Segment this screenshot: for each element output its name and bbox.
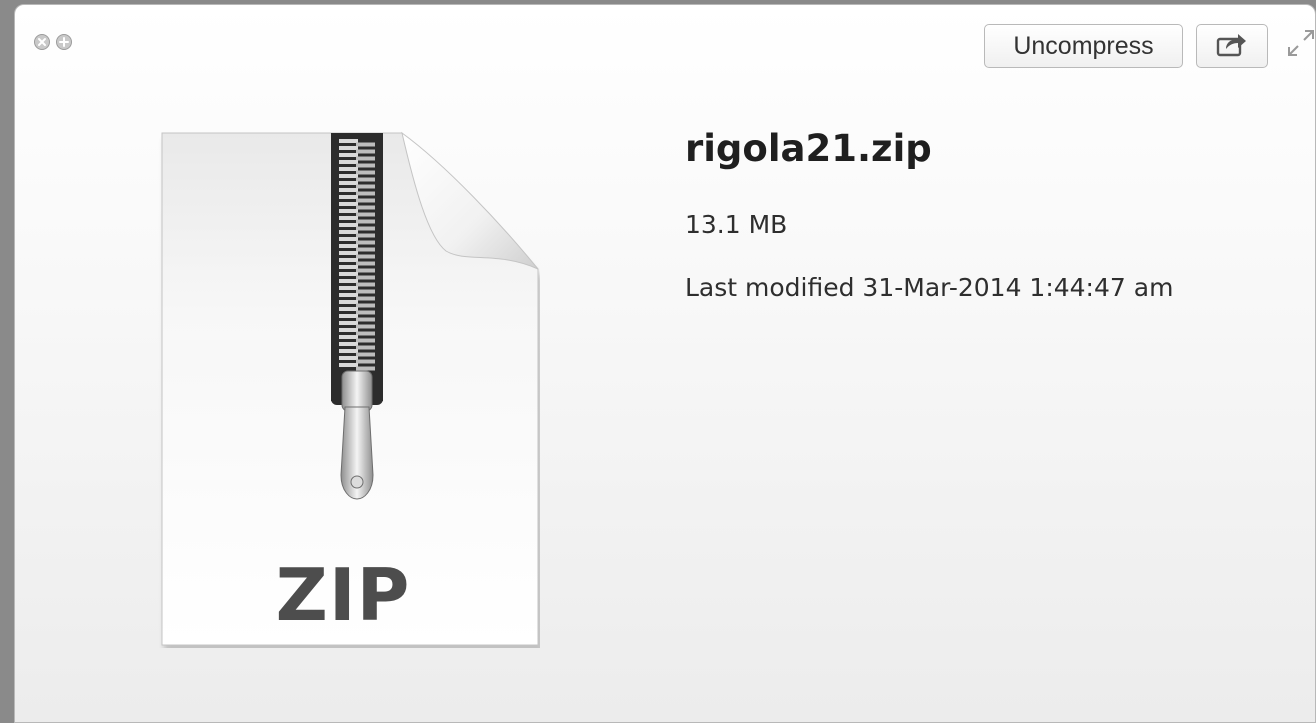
file-name: rigola21.zip	[685, 127, 932, 170]
zip-type-label: ZIP	[275, 553, 411, 637]
fullscreen-icon[interactable]	[1285, 27, 1315, 59]
zoom-plus-icon[interactable]	[55, 33, 73, 51]
uncompress-button[interactable]: Uncompress	[984, 24, 1183, 68]
file-modified-date: Last modified 31-Mar-2014 1:44:47 am	[685, 273, 1174, 302]
file-size: 13.1 MB	[685, 210, 788, 239]
share-button[interactable]	[1196, 24, 1268, 68]
close-icon[interactable]	[33, 33, 51, 51]
share-icon	[1216, 31, 1248, 61]
quick-look-window: Uncompress ZIP rigola21.zip 13.1 MB Last…	[14, 4, 1316, 723]
uncompress-button-label: Uncompress	[1013, 31, 1154, 60]
